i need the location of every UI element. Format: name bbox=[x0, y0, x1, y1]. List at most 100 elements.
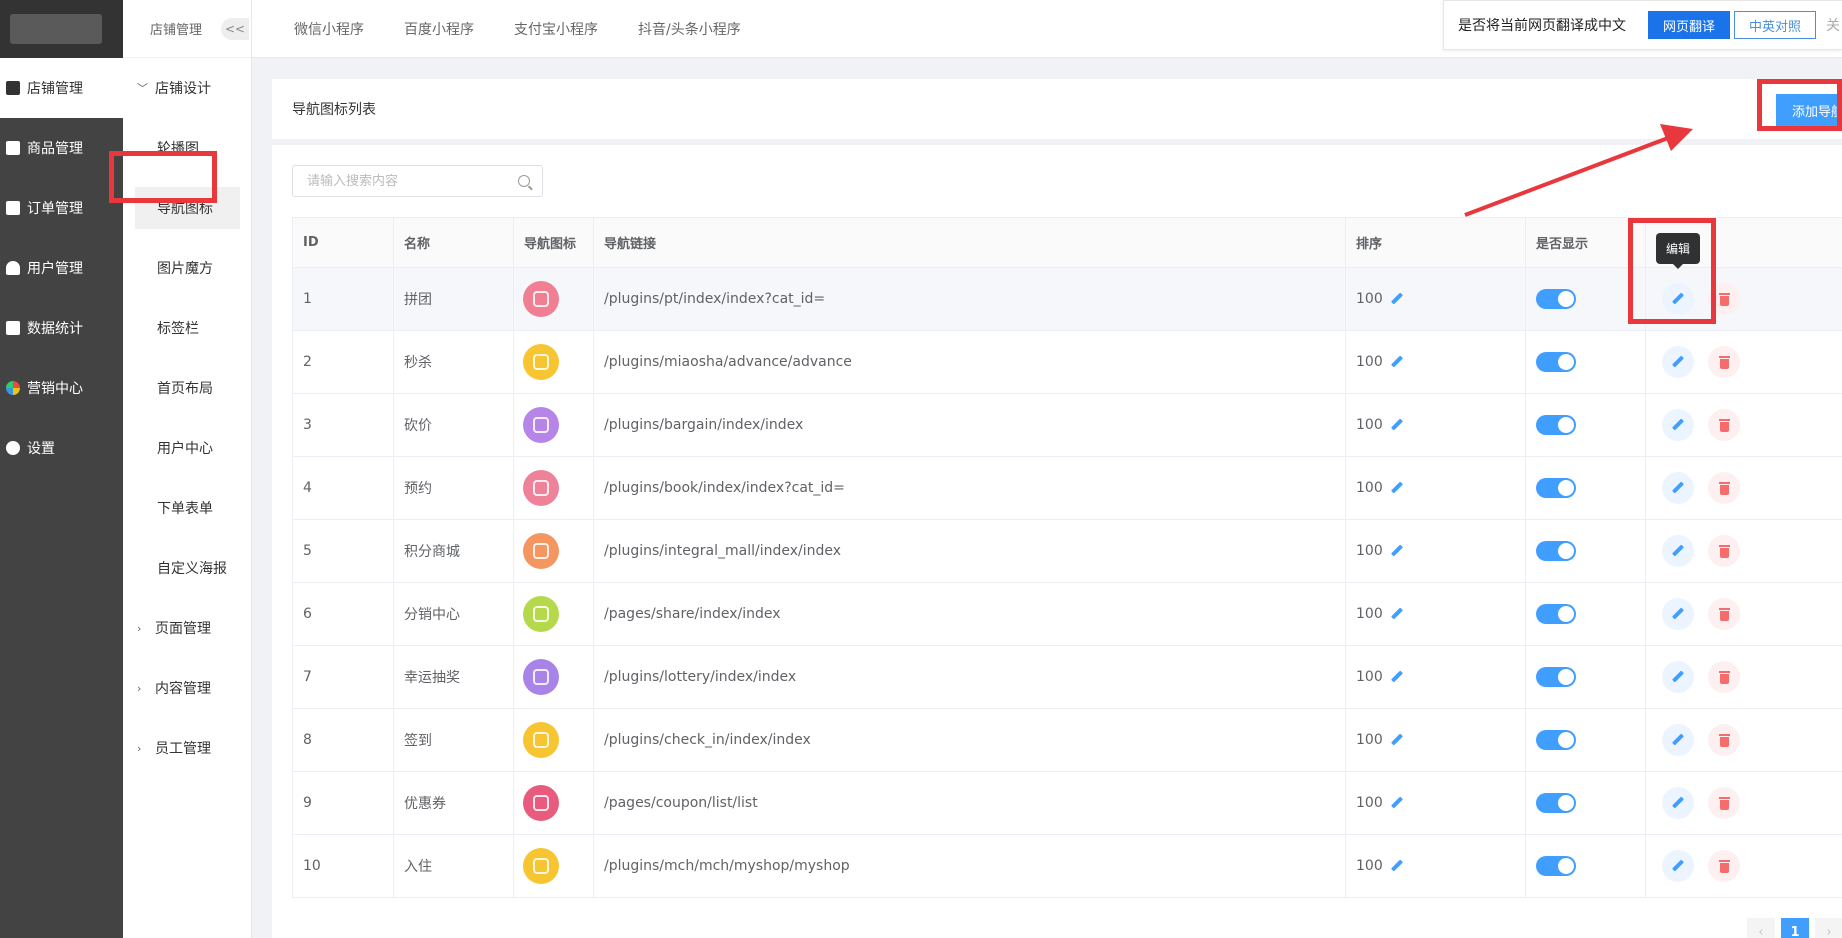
sub-group-2[interactable]: › 员工管理 bbox=[123, 718, 251, 778]
add-nav-icon-button[interactable]: 添加导航图标 bbox=[1776, 94, 1842, 126]
edit-sort-icon[interactable] bbox=[1391, 860, 1403, 872]
show-toggle[interactable] bbox=[1536, 730, 1576, 750]
main-nav-item-0[interactable]: 店铺管理 bbox=[0, 58, 123, 118]
edit-sort-icon[interactable] bbox=[1391, 293, 1403, 305]
cell-actions bbox=[1645, 708, 1842, 772]
sub-group-shop-design[interactable]: ﹀ 店铺设计 bbox=[123, 58, 251, 118]
delete-button[interactable] bbox=[1708, 850, 1740, 882]
edit-button[interactable] bbox=[1662, 283, 1694, 315]
cell-actions bbox=[1645, 582, 1842, 646]
cell-link: /plugins/integral_mall/index/index bbox=[593, 519, 1346, 583]
delete-button[interactable] bbox=[1708, 346, 1740, 378]
sub-item-7[interactable]: 自定义海报 bbox=[123, 538, 251, 598]
top-bar: 微信小程序 百度小程序 支付宝小程序 抖音/头条小程序 是否将当前网页翻译成中文 网页… bbox=[252, 0, 1842, 58]
top-tab-3[interactable]: 抖音/头条小程序 bbox=[618, 19, 761, 39]
edit-button[interactable] bbox=[1662, 472, 1694, 504]
cell-actions bbox=[1645, 393, 1842, 457]
sub-item-1[interactable]: 导航图标 bbox=[123, 178, 251, 238]
top-tab-1[interactable]: 百度小程序 bbox=[384, 19, 494, 39]
edit-button[interactable] bbox=[1662, 850, 1694, 882]
delete-button[interactable] bbox=[1708, 472, 1740, 504]
prev-page-button[interactable]: ‹ bbox=[1747, 918, 1775, 938]
cell-name: 分销中心 bbox=[393, 582, 514, 646]
show-toggle[interactable] bbox=[1536, 289, 1576, 309]
edit-button[interactable] bbox=[1662, 409, 1694, 441]
sub-item-2[interactable]: 图片魔方 bbox=[123, 238, 251, 298]
cell-link: /plugins/bargain/index/index bbox=[593, 393, 1346, 457]
translate-close-button[interactable]: 关 bbox=[1826, 15, 1840, 35]
sub-group-0[interactable]: › 页面管理 bbox=[123, 598, 251, 658]
show-toggle[interactable] bbox=[1536, 604, 1576, 624]
delete-button[interactable] bbox=[1708, 535, 1740, 567]
table-row: 7 幸运抽奖/plugins/lottery/index/index 100 bbox=[292, 645, 1842, 709]
sub-item-0[interactable]: 轮播图 bbox=[123, 118, 251, 178]
edit-sort-icon[interactable] bbox=[1391, 482, 1403, 494]
user-icon bbox=[6, 261, 20, 275]
cell-id: 3 bbox=[292, 393, 394, 457]
show-toggle[interactable] bbox=[1536, 352, 1576, 372]
edit-button[interactable] bbox=[1662, 598, 1694, 630]
sub-item-3[interactable]: 标签栏 bbox=[123, 298, 251, 358]
edit-button[interactable] bbox=[1662, 787, 1694, 819]
delete-button[interactable] bbox=[1708, 283, 1740, 315]
main-nav-item-4[interactable]: 数据统计 bbox=[0, 298, 123, 358]
edit-sort-icon[interactable] bbox=[1391, 797, 1403, 809]
edit-sort-icon[interactable] bbox=[1391, 734, 1403, 746]
main-nav-item-2[interactable]: 订单管理 bbox=[0, 178, 123, 238]
sub-group-1[interactable]: › 内容管理 bbox=[123, 658, 251, 718]
page-1-button[interactable]: 1 bbox=[1781, 918, 1809, 938]
marketing-icon bbox=[6, 381, 20, 395]
main-nav-item-3[interactable]: 用户管理 bbox=[0, 238, 123, 298]
sub-group-label: 店铺设计 bbox=[155, 81, 211, 97]
top-tab-2[interactable]: 支付宝小程序 bbox=[494, 19, 618, 39]
edit-sort-icon[interactable] bbox=[1391, 608, 1403, 620]
edit-sort-icon[interactable] bbox=[1391, 671, 1403, 683]
main-nav-item-5[interactable]: 营销中心 bbox=[0, 358, 123, 418]
edit-sort-icon[interactable] bbox=[1391, 545, 1403, 557]
cell-show bbox=[1525, 834, 1646, 898]
main-nav-item-6[interactable]: 设置 bbox=[0, 418, 123, 478]
collapse-sidebar-button[interactable]: << bbox=[221, 17, 249, 40]
show-toggle[interactable] bbox=[1536, 415, 1576, 435]
edit-sort-icon[interactable] bbox=[1391, 356, 1403, 368]
main-nav-item-1[interactable]: 商品管理 bbox=[0, 118, 123, 178]
cell-icon bbox=[513, 582, 594, 646]
search-icon[interactable] bbox=[518, 175, 530, 187]
trash-icon bbox=[1718, 859, 1730, 873]
show-toggle[interactable] bbox=[1536, 667, 1576, 687]
edit-button[interactable] bbox=[1662, 661, 1694, 693]
sub-item-5[interactable]: 用户中心 bbox=[123, 418, 251, 478]
show-toggle[interactable] bbox=[1536, 478, 1576, 498]
chevron-right-icon: › bbox=[137, 681, 142, 695]
sub-item-label: 图片魔方 bbox=[157, 261, 213, 277]
bilingual-button[interactable]: 中英对照 bbox=[1734, 11, 1817, 39]
cell-show bbox=[1525, 771, 1646, 835]
show-toggle[interactable] bbox=[1536, 856, 1576, 876]
pencil-icon bbox=[1672, 860, 1684, 872]
column-header-2: 导航图标 bbox=[513, 217, 594, 268]
cell-show bbox=[1525, 708, 1646, 772]
edit-sort-icon[interactable] bbox=[1391, 419, 1403, 431]
cell-actions bbox=[1645, 330, 1842, 394]
cell-sort: 100 bbox=[1345, 645, 1526, 709]
next-page-button[interactable]: › bbox=[1815, 918, 1842, 938]
edit-button[interactable] bbox=[1662, 724, 1694, 756]
search-input[interactable] bbox=[293, 166, 518, 196]
delete-button[interactable] bbox=[1708, 724, 1740, 756]
top-tab-0[interactable]: 微信小程序 bbox=[274, 19, 384, 39]
delete-button[interactable] bbox=[1708, 598, 1740, 630]
cell-icon bbox=[513, 645, 594, 709]
edit-button[interactable] bbox=[1662, 535, 1694, 567]
show-toggle[interactable] bbox=[1536, 541, 1576, 561]
show-toggle[interactable] bbox=[1536, 793, 1576, 813]
trash-icon bbox=[1718, 292, 1730, 306]
delete-button[interactable] bbox=[1708, 409, 1740, 441]
sub-item-6[interactable]: 下单表单 bbox=[123, 478, 251, 538]
translate-page-button[interactable]: 网页翻译 bbox=[1648, 11, 1731, 39]
sub-item-4[interactable]: 首页布局 bbox=[123, 358, 251, 418]
cell-id: 6 bbox=[292, 582, 394, 646]
delete-button[interactable] bbox=[1708, 787, 1740, 819]
delete-button[interactable] bbox=[1708, 661, 1740, 693]
edit-button[interactable] bbox=[1662, 346, 1694, 378]
pencil-icon bbox=[1672, 734, 1684, 746]
